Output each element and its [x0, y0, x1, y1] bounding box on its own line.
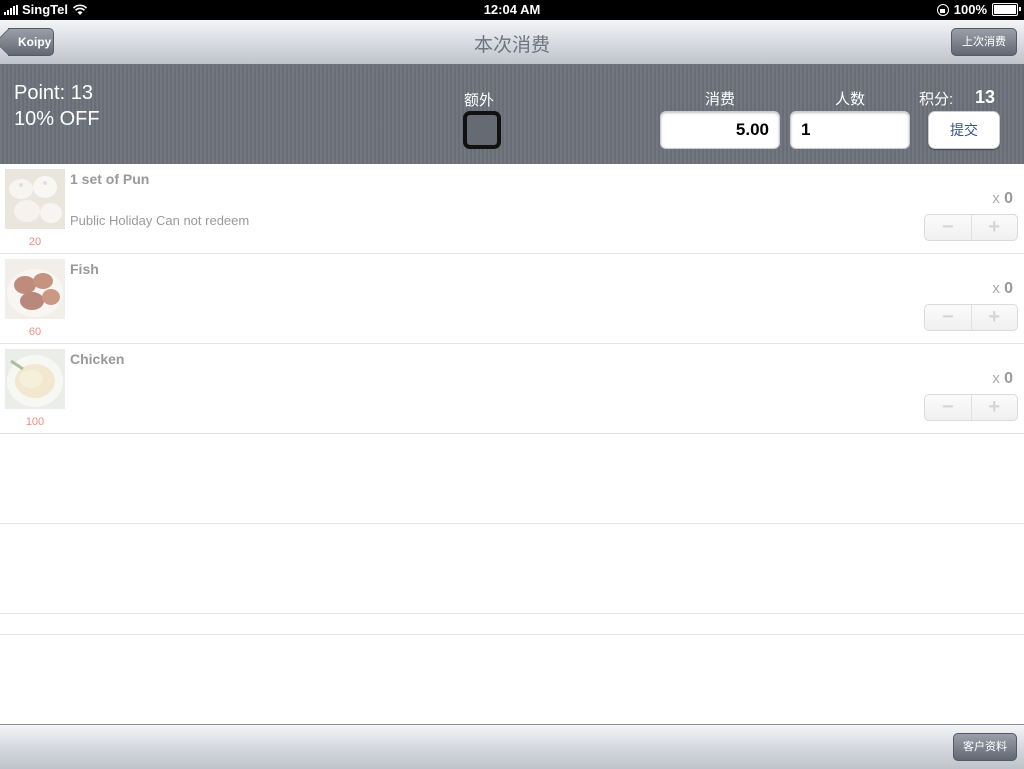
decrement-button[interactable]: −	[925, 395, 972, 420]
item-name: Fish	[70, 261, 99, 277]
people-input[interactable]: 1	[790, 111, 910, 149]
spend-input[interactable]: 5.00	[660, 111, 780, 149]
summary-panel: Point: 13 10% OFF 额外 消费 5.00 人数 1 积分: 13…	[0, 65, 1024, 164]
status-time: 12:04 AM	[483, 2, 541, 17]
quantity-prefix: x	[992, 280, 1000, 297]
item-name: 1 set of Pun	[70, 171, 150, 187]
points-info: Point: 13 10% OFF	[14, 80, 100, 132]
quantity-value: 0	[1004, 190, 1013, 207]
quantity-stepper[interactable]: − +	[924, 394, 1018, 421]
item-note: Public Holiday Can not redeem	[70, 213, 250, 228]
score-label: 积分:	[919, 91, 954, 108]
increment-button[interactable]: +	[972, 215, 1018, 240]
spend-label: 消费	[705, 91, 736, 108]
decrement-button[interactable]: −	[925, 305, 972, 330]
list-item[interactable]: 100 Chicken x 0 − +	[0, 344, 1024, 434]
last-consumption-button[interactable]: 上次消费	[951, 28, 1017, 56]
empty-row	[0, 434, 1024, 524]
item-price: 20	[28, 236, 42, 248]
item-quantity: x 0	[992, 190, 1013, 208]
quantity-value: 0	[1004, 280, 1013, 297]
battery-icon	[992, 3, 1021, 16]
battery-percent: 100%	[953, 2, 987, 17]
dumplings-image	[5, 169, 65, 229]
points-text: Point: 13	[14, 82, 93, 104]
submit-button[interactable]: 提交	[928, 111, 1000, 149]
list-item[interactable]: 20 1 set of Pun Public Holiday Can not r…	[0, 164, 1024, 254]
rotation-lock-icon	[936, 3, 949, 16]
item-name: Chicken	[70, 351, 125, 367]
item-list: 20 1 set of Pun Public Holiday Can not r…	[0, 164, 1024, 635]
item-price: 100	[25, 416, 45, 428]
chicken-image	[5, 349, 65, 409]
discount-text: 10% OFF	[14, 108, 100, 130]
list-item[interactable]: 60 Fish x 0 − +	[0, 254, 1024, 344]
page-title: 本次消费	[473, 35, 550, 56]
increment-button[interactable]: +	[972, 395, 1018, 420]
item-quantity: x 0	[992, 280, 1013, 298]
increment-button[interactable]: +	[972, 305, 1018, 330]
item-quantity: x 0	[992, 370, 1013, 388]
bottom-toolbar: 客户资料	[0, 724, 1024, 769]
fish-image	[5, 259, 65, 319]
customer-info-button[interactable]: 客户资料	[953, 733, 1017, 761]
item-price: 60	[28, 326, 42, 338]
decrement-button[interactable]: −	[925, 215, 972, 240]
people-label: 人数	[835, 91, 866, 108]
status-bar: SingTel 12:04 AM 100%	[0, 0, 1024, 20]
empty-row	[0, 614, 1024, 635]
empty-row	[0, 524, 1024, 614]
status-right: 100%	[936, 2, 1021, 17]
quantity-stepper[interactable]: − +	[924, 214, 1018, 241]
navigation-bar: Koipy 本次消费 上次消费	[0, 20, 1024, 65]
extra-checkbox[interactable]	[463, 111, 501, 149]
extra-label: 额外	[464, 92, 495, 109]
quantity-stepper[interactable]: − +	[924, 304, 1018, 331]
quantity-prefix: x	[992, 190, 1000, 207]
quantity-prefix: x	[992, 370, 1000, 387]
score-value: 13	[975, 87, 996, 107]
quantity-value: 0	[1004, 370, 1013, 387]
